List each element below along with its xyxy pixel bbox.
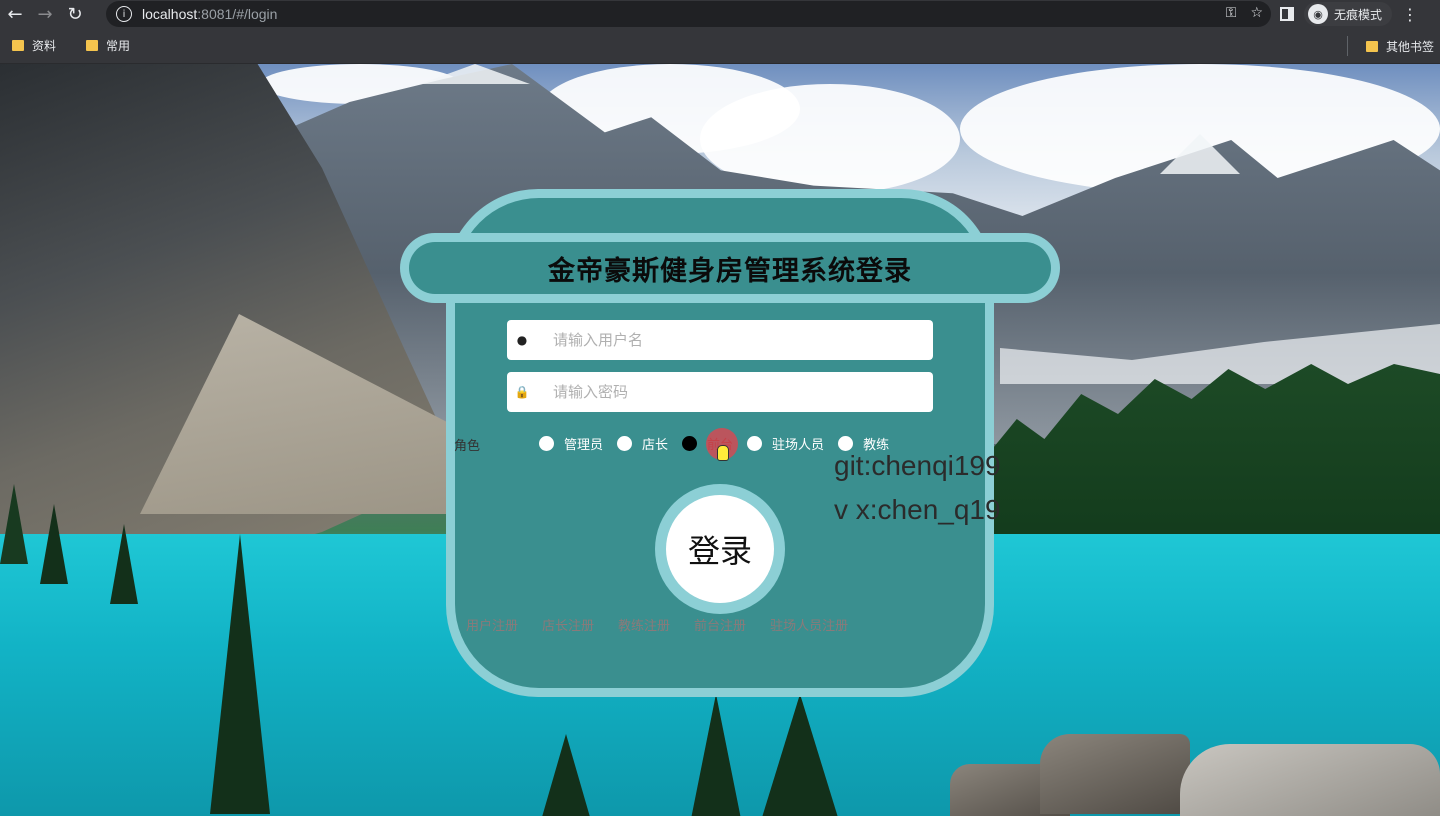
folder-icon bbox=[12, 40, 24, 51]
role-label: 角色 bbox=[454, 439, 481, 454]
tree bbox=[40, 504, 68, 584]
incognito-badge[interactable]: ◉ 无痕模式 bbox=[1304, 2, 1393, 26]
lock-icon: 🔒 bbox=[514, 385, 530, 399]
role-option-label: 店长 bbox=[642, 438, 669, 453]
tree bbox=[110, 524, 138, 604]
watermark-line-1: git:chenqi1998 bbox=[834, 450, 1002, 481]
password-field[interactable]: 🔒 bbox=[507, 372, 933, 412]
bookmarks-divider bbox=[1347, 36, 1348, 56]
key-icon[interactable]: ⚿ bbox=[1226, 5, 1237, 21]
bookmark-label: 常用 bbox=[106, 39, 131, 53]
rock bbox=[1040, 734, 1190, 814]
radio-button[interactable] bbox=[838, 436, 854, 451]
url-path: :8081/#/login bbox=[197, 6, 278, 22]
role-option-admin[interactable]: 管理员 bbox=[539, 434, 603, 453]
register-links: 用户注册 店长注册 教练注册 前台注册 驻场人员注册 bbox=[466, 615, 848, 634]
login-button[interactable]: 登录 bbox=[666, 495, 774, 603]
hand-cursor-icon bbox=[717, 445, 729, 461]
forward-arrow-icon[interactable]: → bbox=[30, 0, 60, 28]
folder-icon bbox=[86, 40, 99, 51]
coach-register-link[interactable]: 教练注册 bbox=[618, 615, 670, 634]
reception-register-link[interactable]: 前台注册 bbox=[694, 615, 746, 634]
reload-icon[interactable]: ↻ bbox=[60, 0, 90, 28]
more-menu-icon[interactable]: ⋮ bbox=[1402, 5, 1418, 24]
star-icon[interactable]: ☆ bbox=[1250, 5, 1263, 21]
user-icon: ● bbox=[516, 333, 528, 347]
browser-toolbar: ← → ↻ i localhost:8081/#/login ⚿ ☆ ◉ 无痕模… bbox=[0, 0, 1440, 28]
manager-register-link[interactable]: 店长注册 bbox=[542, 615, 594, 634]
back-arrow-icon[interactable]: ← bbox=[0, 0, 30, 28]
password-input[interactable] bbox=[553, 383, 913, 401]
tree bbox=[0, 484, 28, 564]
other-bookmarks-label: 其他书签 bbox=[1385, 40, 1434, 54]
side-panel-icon[interactable] bbox=[1280, 7, 1294, 21]
radio-button[interactable] bbox=[747, 436, 763, 451]
url-text[interactable]: localhost:8081/#/login bbox=[142, 6, 277, 22]
watermark-line-2: v x:chen_q1998 bbox=[834, 494, 1002, 525]
username-input[interactable] bbox=[553, 331, 913, 349]
page-title: 金帝豪斯健身房管理系统登录 bbox=[548, 255, 912, 287]
folder-icon bbox=[1365, 41, 1378, 52]
radio-button[interactable] bbox=[617, 436, 633, 451]
username-field[interactable]: ● bbox=[507, 320, 933, 360]
url-host: localhost bbox=[142, 6, 198, 22]
bookmark-folder-changyong[interactable]: 常用 bbox=[86, 37, 130, 54]
tree bbox=[210, 534, 270, 814]
other-bookmarks[interactable]: 其他书签 bbox=[1365, 38, 1434, 55]
incognito-icon: ◉ bbox=[1308, 4, 1328, 24]
rock bbox=[1180, 744, 1440, 816]
page-viewport: 金帝豪斯健身房管理系统登录 ● 🔒 角色 管理员 店长 前台 驻场人员 教练 g… bbox=[0, 64, 1440, 816]
address-bar[interactable]: i localhost:8081/#/login ⚿ ☆ bbox=[106, 1, 1271, 27]
radio-button-checked[interactable] bbox=[682, 436, 698, 451]
bookmarks-bar: 资料 常用 其他书签 bbox=[0, 28, 1440, 64]
role-option-label: 驻场人员 bbox=[772, 438, 825, 453]
role-option-label: 管理员 bbox=[564, 438, 604, 453]
site-info-icon[interactable]: i bbox=[116, 6, 132, 22]
role-option-resident[interactable]: 驻场人员 bbox=[747, 434, 824, 453]
bookmark-folder-ziliao[interactable]: 资料 bbox=[12, 37, 56, 54]
role-option-manager[interactable]: 店长 bbox=[617, 434, 668, 453]
radio-button[interactable] bbox=[539, 436, 554, 451]
bookmark-label: 资料 bbox=[32, 39, 57, 53]
incognito-label: 无痕模式 bbox=[1334, 7, 1383, 22]
tree bbox=[540, 734, 592, 816]
title-band: 金帝豪斯健身房管理系统登录 bbox=[409, 242, 1051, 294]
resident-register-link[interactable]: 驻场人员注册 bbox=[770, 615, 848, 634]
user-register-link[interactable]: 用户注册 bbox=[466, 615, 518, 634]
tree bbox=[760, 694, 840, 816]
tree bbox=[690, 694, 742, 816]
